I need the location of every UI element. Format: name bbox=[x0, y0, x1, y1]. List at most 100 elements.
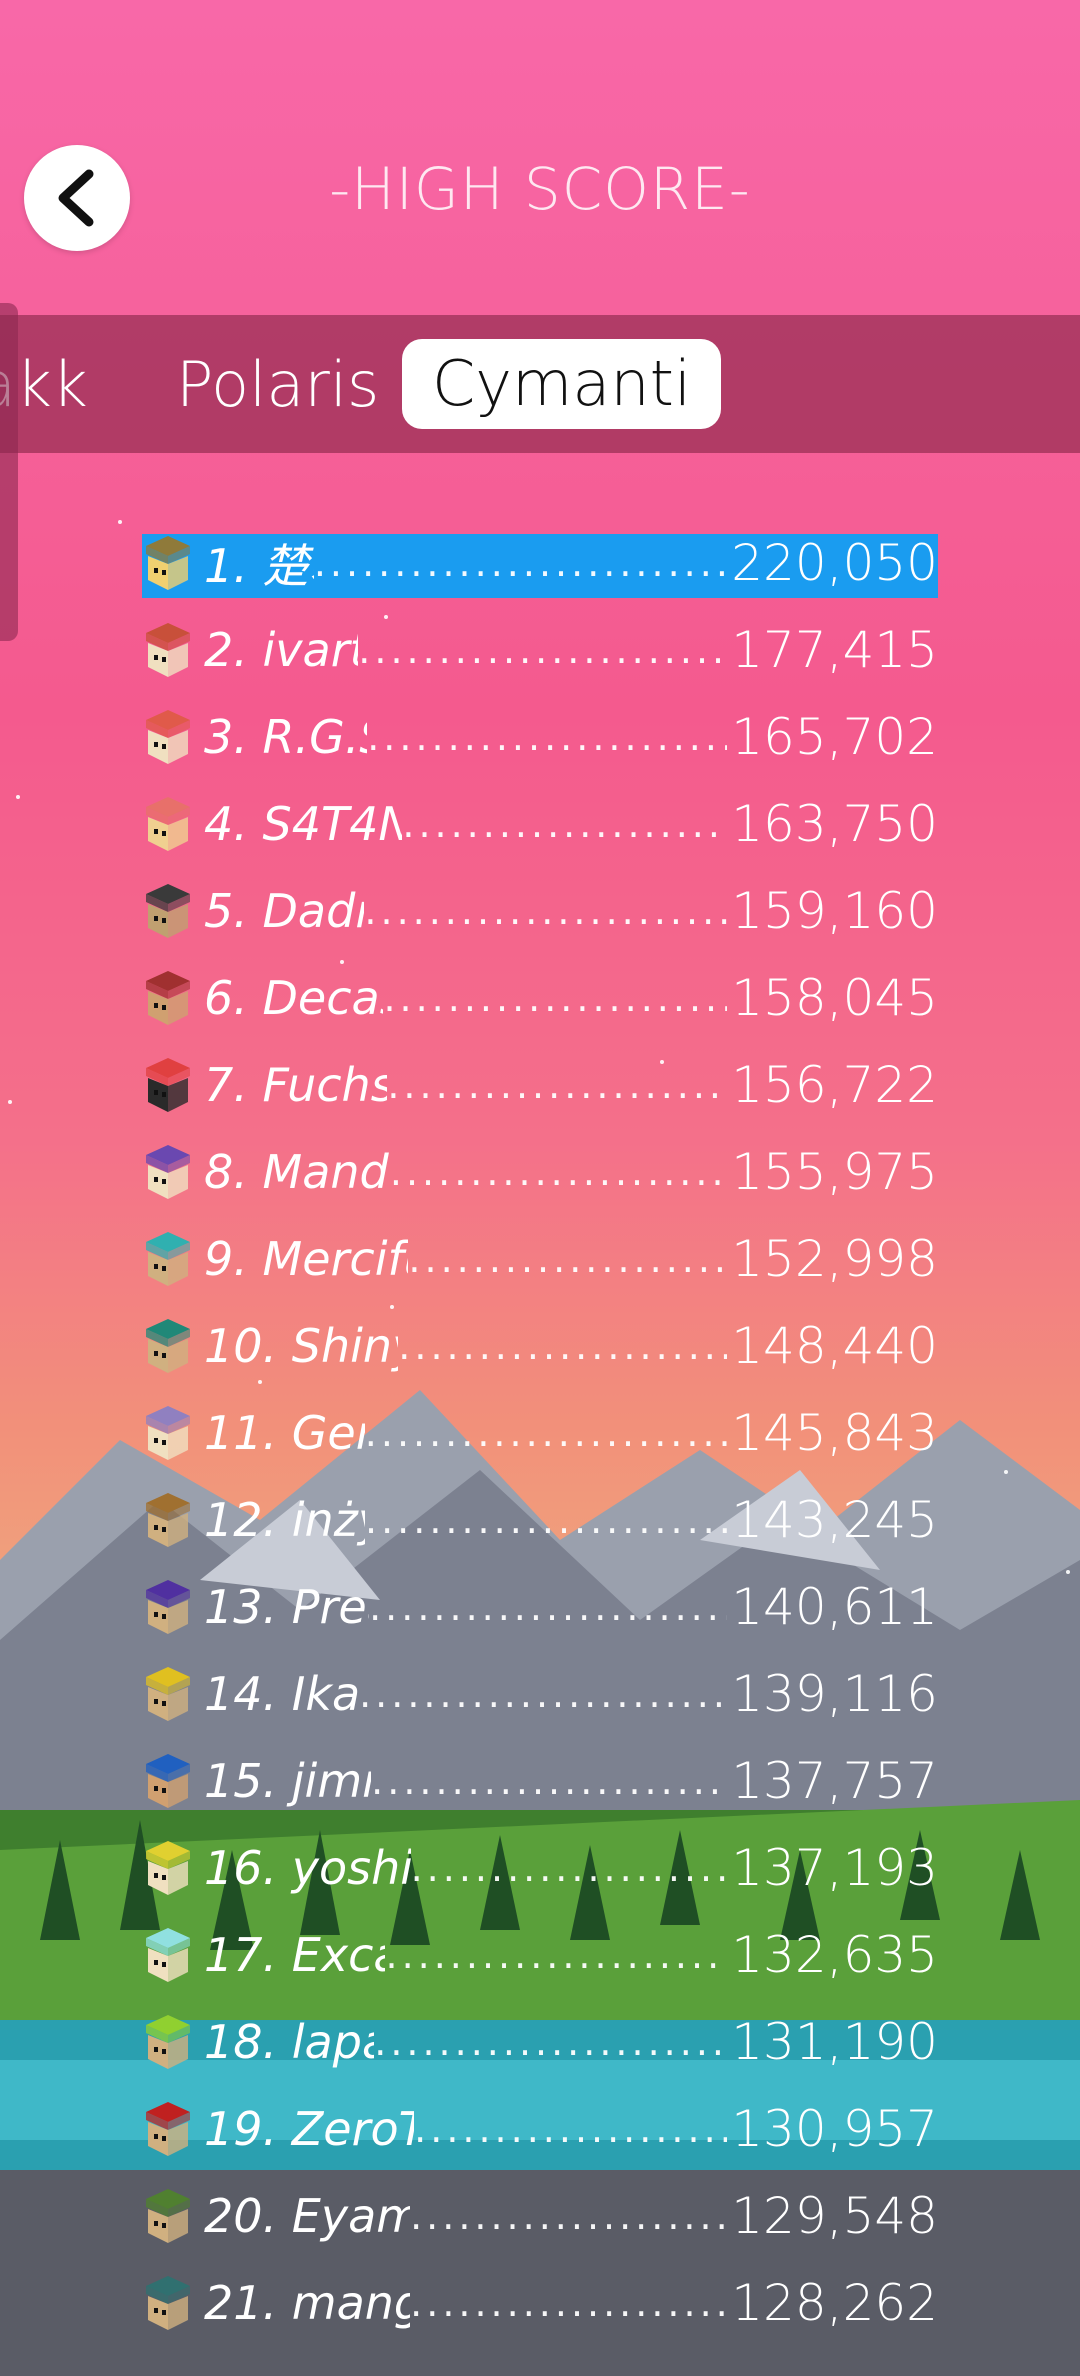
sparkle-particle bbox=[8, 1100, 12, 1104]
player-rank-name: 15. jimmy1995 bbox=[204, 1754, 371, 1808]
player-rank-name: 16. yoshiki12345123 bbox=[204, 1841, 411, 1895]
player-score: 158,045 bbox=[731, 969, 938, 1027]
player-rank-name: 7. Fuchsia Maxim bbox=[204, 1058, 387, 1112]
player-rank-name: 18. lapaca1111 bbox=[204, 2015, 374, 2069]
player-avatar-icon bbox=[146, 710, 190, 764]
player-avatar-icon bbox=[146, 536, 190, 590]
leader-dots: ........................................… bbox=[364, 889, 728, 933]
player-avatar-icon bbox=[146, 884, 190, 938]
sparkle-particle bbox=[16, 795, 20, 799]
player-score: 132,635 bbox=[731, 1926, 938, 1984]
leaderboard-row: 14. Ikaika714...........................… bbox=[142, 1661, 938, 1727]
leaderboard-row: 17. Excaliberator.......................… bbox=[142, 1922, 938, 1988]
player-rank-name: 6. Decastelo.filip bbox=[204, 971, 383, 1025]
player-score: 128,262 bbox=[731, 2274, 938, 2332]
player-rank-name: 12. inżynier89 bbox=[204, 1493, 365, 1547]
leader-dots: ........................................… bbox=[359, 1672, 728, 1716]
leaderboard-row: 8. Mandapanda▯▯.........................… bbox=[142, 1139, 938, 1205]
player-avatar-icon bbox=[146, 1493, 190, 1547]
leaderboard-row: 15. jimmy1995...........................… bbox=[142, 1748, 938, 1814]
player-score: 148,440 bbox=[731, 1317, 938, 1375]
leader-dots: ........................................… bbox=[389, 1150, 728, 1194]
player-avatar-icon bbox=[146, 971, 190, 1025]
player-score: 130,957 bbox=[731, 2100, 938, 2158]
leader-dots: ........................................… bbox=[365, 1498, 728, 1542]
sparkle-particle bbox=[118, 520, 122, 524]
sparkle-particle bbox=[1004, 1470, 1008, 1474]
sparkle-particle bbox=[1066, 1570, 1070, 1574]
player-score: 129,548 bbox=[731, 2187, 938, 2245]
player-score: 159,160 bbox=[731, 882, 938, 940]
player-score: 163,750 bbox=[731, 795, 938, 853]
player-rank-name: 2. ivarthereal bbox=[204, 623, 359, 677]
player-avatar-icon bbox=[146, 797, 190, 851]
world-tabs: akk Polaris Cymanti bbox=[0, 315, 1080, 453]
leader-dots: ........................................… bbox=[402, 802, 727, 846]
leader-dots: ........................................… bbox=[410, 2281, 728, 2325]
tab-cymanti[interactable]: Cymanti bbox=[402, 339, 722, 429]
player-score: 145,843 bbox=[731, 1404, 938, 1462]
player-rank-name: 4. S4T4NSS0HN666 bbox=[204, 797, 402, 851]
player-avatar-icon bbox=[146, 2102, 190, 2156]
player-rank-name: 10. Shiny River859 bbox=[204, 1319, 398, 1373]
player-avatar-icon bbox=[146, 1928, 190, 1982]
leader-dots: ........................................… bbox=[385, 1933, 728, 1977]
player-score: 152,998 bbox=[731, 1230, 938, 1288]
player-rank-name: 9. MercifulTRex9506 bbox=[204, 1232, 408, 1286]
player-avatar-icon bbox=[146, 1406, 190, 1460]
player-avatar-icon bbox=[146, 1667, 190, 1721]
player-rank-name: 1. 楚慕雪 bbox=[204, 539, 314, 593]
leader-dots: ........................................… bbox=[313, 541, 727, 585]
player-rank-name: 21. mangetesmorts0 bbox=[204, 2276, 410, 2330]
player-avatar-icon bbox=[146, 1319, 190, 1373]
leaderboard-row: 5. Dadrabian1...........................… bbox=[142, 878, 938, 944]
leaderboard-row: 13. PreauxOne...........................… bbox=[142, 1574, 938, 1640]
leader-dots: ........................................… bbox=[387, 1063, 728, 1107]
page-title: -HIGH SCORE- bbox=[329, 155, 751, 223]
leader-dots: ........................................… bbox=[410, 2194, 728, 2238]
player-rank-name: 19. ZeroTroublesZero bbox=[204, 2102, 414, 2156]
leaderboard-row: 19. ZeroTroublesZero....................… bbox=[142, 2096, 938, 2162]
player-avatar-icon bbox=[146, 1841, 190, 1895]
leaderboard-row: 12. inżynier89..........................… bbox=[142, 1487, 938, 1553]
player-score: 165,702 bbox=[731, 708, 938, 766]
player-score: 139,116 bbox=[731, 1665, 938, 1723]
player-avatar-icon bbox=[146, 1058, 190, 1112]
player-score: 177,415 bbox=[731, 621, 938, 679]
sparkle-particle bbox=[258, 1380, 262, 1384]
leader-dots: ........................................… bbox=[369, 1585, 728, 1629]
leader-dots: ........................................… bbox=[408, 1237, 728, 1281]
player-avatar-icon bbox=[146, 1580, 190, 1634]
side-drawer-handle[interactable] bbox=[0, 303, 18, 641]
player-avatar-icon bbox=[146, 1232, 190, 1286]
player-avatar-icon bbox=[146, 2189, 190, 2243]
leaderboard-row: 18. lapaca1111..........................… bbox=[142, 2009, 938, 2075]
leaderboard-row: 3. R.G.STREAK...........................… bbox=[142, 704, 938, 770]
leaderboard-row: 21. mangetesmorts0......................… bbox=[142, 2270, 938, 2336]
leader-dots: ........................................… bbox=[410, 1846, 728, 1890]
player-avatar-icon bbox=[146, 1145, 190, 1199]
player-rank-name: 5. Dadrabian1 bbox=[204, 884, 364, 938]
player-avatar-icon bbox=[146, 2276, 190, 2330]
player-rank-name: 20. EyamBlackDeath bbox=[204, 2189, 410, 2243]
leader-dots: ........................................… bbox=[364, 1411, 728, 1455]
leader-dots: ........................................… bbox=[398, 1324, 727, 1368]
player-avatar-icon bbox=[146, 2015, 190, 2069]
leaderboard-row: 9. MercifulTRex9506.....................… bbox=[142, 1226, 938, 1292]
player-rank-name: 8. Mandapanda▯▯ bbox=[204, 1145, 390, 1199]
player-score: 137,757 bbox=[731, 1752, 938, 1810]
player-avatar-icon bbox=[146, 623, 190, 677]
tab-polaris[interactable]: Polaris bbox=[176, 343, 379, 427]
leaderboard-row: 10. Shiny River859......................… bbox=[142, 1313, 938, 1379]
player-score: 143,245 bbox=[731, 1491, 938, 1549]
player-avatar-icon bbox=[146, 1754, 190, 1808]
leaderboard-row: 1. 楚慕雪..................................… bbox=[142, 530, 938, 598]
player-rank-name: 11. GeneGeek bbox=[204, 1406, 365, 1460]
leaderboard-row: 20. EyamBlackDeath......................… bbox=[142, 2183, 938, 2249]
player-score: 220,050 bbox=[731, 534, 938, 592]
leader-dots: ........................................… bbox=[358, 628, 728, 672]
player-rank-name: 3. R.G.STREAK bbox=[204, 710, 367, 764]
leaderboard-row: 11. GeneGeek............................… bbox=[142, 1400, 938, 1466]
player-score: 137,193 bbox=[731, 1839, 938, 1897]
player-rank-name: 13. PreauxOne bbox=[204, 1580, 369, 1634]
